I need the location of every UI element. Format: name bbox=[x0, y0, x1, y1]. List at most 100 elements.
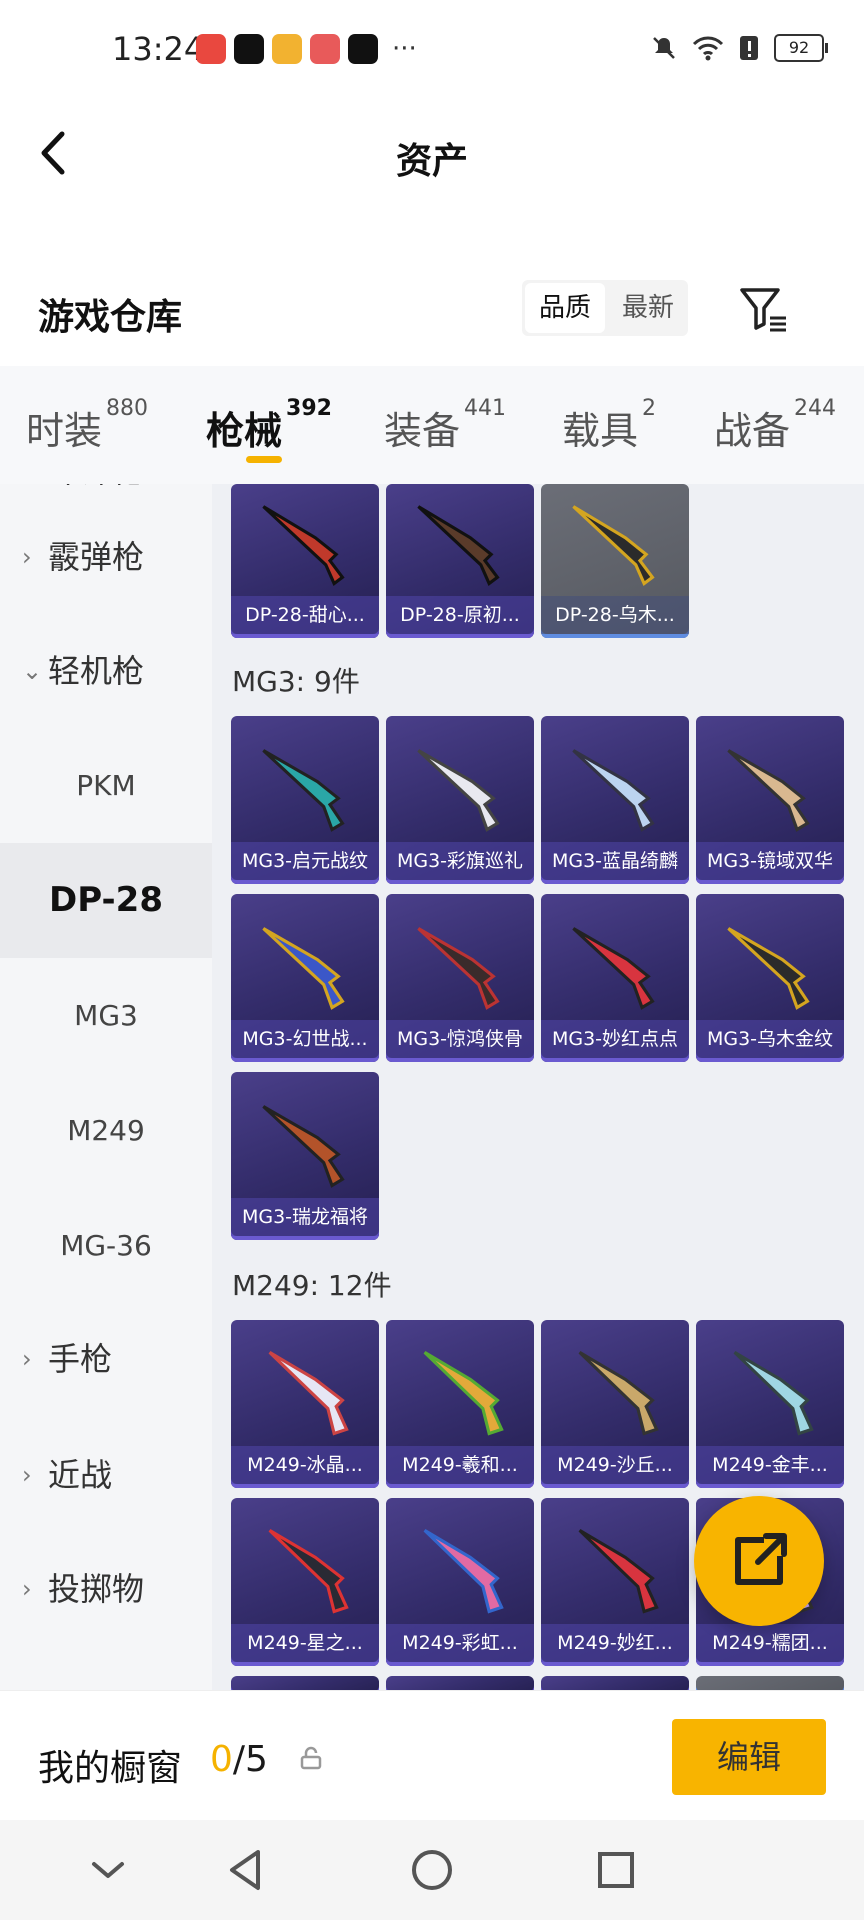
sidebar-item-shotgun[interactable]: › 霰弹枪 bbox=[0, 500, 212, 615]
wifi-icon bbox=[692, 36, 724, 61]
tab-label: 战备 bbox=[714, 409, 791, 453]
tab-fashion[interactable]: 时装880 bbox=[26, 396, 148, 455]
skin-name: DP-28-甜心... bbox=[231, 596, 379, 634]
nav-back-icon[interactable] bbox=[218, 1842, 274, 1898]
skin-card-partial[interactable] bbox=[231, 1676, 379, 1690]
skin-card[interactable]: MG3-惊鸿侠骨 bbox=[386, 894, 534, 1062]
shopping-app-icon bbox=[196, 34, 226, 64]
skin-name: MG3-惊鸿侠骨 bbox=[386, 1020, 534, 1058]
sidebar-sub-mg3[interactable]: MG3 bbox=[0, 958, 212, 1073]
app-header: 资产 bbox=[0, 104, 864, 204]
skin-name: MG3-乌木金纹 bbox=[696, 1020, 844, 1058]
sort-toggle: 品质 最新 bbox=[522, 280, 689, 336]
skin-card[interactable]: DP-28-原初... bbox=[386, 484, 534, 638]
skin-card[interactable]: M249-金丰... bbox=[696, 1320, 844, 1488]
active-tab-indicator bbox=[246, 456, 282, 463]
group-header-mg3: MG3: 9件 bbox=[232, 665, 360, 698]
alert-icon bbox=[740, 36, 758, 60]
sidebar-sub-pkm[interactable]: PKM bbox=[0, 728, 212, 843]
share-fab-button[interactable] bbox=[694, 1496, 824, 1626]
tab-supplies[interactable]: 战备244 bbox=[714, 396, 836, 455]
skin-name: M249-彩虹... bbox=[386, 1624, 534, 1662]
skin-card[interactable]: MG3-乌木金纹 bbox=[696, 894, 844, 1062]
sidebar-sub-m249[interactable]: M249 bbox=[0, 1073, 212, 1188]
skin-card[interactable]: MG3-启元战纹 bbox=[231, 716, 379, 884]
rifle-icon bbox=[268, 1529, 349, 1614]
sidebar-item-lmg[interactable]: ⌄ 轻机枪 bbox=[0, 614, 212, 729]
game-app-icon bbox=[272, 34, 302, 64]
battery-indicator: 92 bbox=[774, 34, 828, 62]
skin-card[interactable]: DP-28-甜心... bbox=[231, 484, 379, 638]
sidebar-item-label: 轻机枪 bbox=[48, 652, 145, 690]
tab-count: 244 bbox=[794, 396, 837, 421]
nav-home-icon[interactable] bbox=[404, 1842, 460, 1898]
skin-name: M249-糯团... bbox=[696, 1624, 844, 1662]
edit-button[interactable]: 编辑 bbox=[672, 1719, 826, 1795]
skin-name: MG3-蓝晶绮麟 bbox=[541, 842, 689, 880]
skin-name: MG3-瑞龙福将 bbox=[231, 1198, 379, 1236]
tiktok-icon-2 bbox=[348, 34, 378, 64]
sidebar-item-pistol[interactable]: › 手枪 bbox=[0, 1302, 212, 1417]
page-title: 资产 bbox=[395, 141, 468, 182]
tab-equipment[interactable]: 装备441 bbox=[384, 396, 506, 455]
skin-card[interactable]: MG3-蓝晶绮麟 bbox=[541, 716, 689, 884]
skin-name: DP-28-乌木... bbox=[541, 596, 689, 634]
sort-quality-button[interactable]: 品质 bbox=[525, 283, 606, 333]
skin-card[interactable]: M249-沙丘... bbox=[541, 1320, 689, 1488]
more-notifications-icon: ··· bbox=[392, 34, 417, 64]
skin-name: MG3-彩旗巡礼 bbox=[386, 842, 534, 880]
filter-icon[interactable] bbox=[738, 284, 790, 334]
skin-card[interactable]: M249-妙红... bbox=[541, 1498, 689, 1666]
status-bar: 13:24 ··· 92 bbox=[0, 0, 864, 104]
skin-name: MG3-镜域双华 bbox=[696, 842, 844, 880]
rifle-icon bbox=[733, 1351, 814, 1436]
skin-card[interactable]: MG3-妙红点点 bbox=[541, 894, 689, 1062]
rifle-icon bbox=[262, 927, 345, 1010]
tab-count: 392 bbox=[286, 396, 332, 421]
tab-vehicles[interactable]: 载具2 bbox=[562, 396, 656, 455]
sidebar-item-throwable[interactable]: › 投掷物 bbox=[0, 1532, 212, 1647]
chevron-down-icon: ⌄ bbox=[22, 657, 43, 685]
rifle-icon bbox=[423, 1351, 504, 1436]
tab-label: 载具 bbox=[562, 409, 639, 453]
skin-name: M249-冰晶... bbox=[231, 1446, 379, 1484]
skin-card[interactable]: MG3-彩旗巡礼 bbox=[386, 716, 534, 884]
sidebar-sub-mg36[interactable]: MG-36 bbox=[0, 1188, 212, 1303]
sidebar-item-label: 霰弹枪 bbox=[48, 538, 145, 576]
rifle-icon bbox=[417, 505, 500, 586]
skin-name: M249-星之... bbox=[231, 1624, 379, 1662]
sidebar-sub-dp28[interactable]: DP-28 bbox=[0, 843, 212, 958]
skin-name: MG3-妙红点点 bbox=[541, 1020, 689, 1058]
skin-card[interactable]: M249-星之... bbox=[231, 1498, 379, 1666]
chevron-down-icon[interactable] bbox=[80, 1842, 136, 1898]
tab-label: 枪械 bbox=[206, 409, 283, 453]
status-time: 13:24 bbox=[112, 30, 205, 68]
skin-card[interactable]: MG3-幻世战... bbox=[231, 894, 379, 1062]
rifle-icon bbox=[727, 749, 810, 832]
tab-count: 441 bbox=[464, 396, 507, 421]
chevron-right-icon: › bbox=[22, 1461, 32, 1489]
skin-card-partial[interactable] bbox=[541, 1676, 689, 1690]
rifle-icon bbox=[727, 927, 810, 1010]
rifle-icon bbox=[417, 749, 500, 832]
skin-card[interactable]: M249-彩虹... bbox=[386, 1498, 534, 1666]
skin-card[interactable]: MG3-瑞龙福将 bbox=[231, 1072, 379, 1240]
skin-card-partial[interactable] bbox=[386, 1676, 534, 1690]
sidebar-item-melee[interactable]: › 近战 bbox=[0, 1418, 212, 1533]
skin-card[interactable]: M249-冰晶... bbox=[231, 1320, 379, 1488]
gift-app-icon bbox=[310, 34, 340, 64]
group-header-m249: M249: 12件 bbox=[232, 1269, 392, 1302]
external-link-icon bbox=[735, 1533, 787, 1585]
tab-weapons[interactable]: 枪械392 bbox=[206, 396, 332, 463]
skin-card-selected[interactable]: DP-28-乌木... bbox=[541, 484, 689, 638]
skin-name: MG3-幻世战... bbox=[231, 1020, 379, 1058]
nav-recents-icon[interactable] bbox=[588, 1842, 644, 1898]
system-icons: 92 bbox=[650, 34, 828, 62]
showcase-bar: 我的橱窗 0/5 编辑 bbox=[0, 1690, 864, 1821]
skin-card[interactable]: M249-羲和... bbox=[386, 1320, 534, 1488]
skin-card[interactable]: MG3-镜域双华 bbox=[696, 716, 844, 884]
sort-newest-button[interactable]: 最新 bbox=[608, 280, 688, 336]
tab-label: 装备 bbox=[384, 409, 461, 453]
chevron-right-icon: › bbox=[22, 1345, 32, 1373]
skin-card-partial[interactable] bbox=[696, 1676, 844, 1690]
